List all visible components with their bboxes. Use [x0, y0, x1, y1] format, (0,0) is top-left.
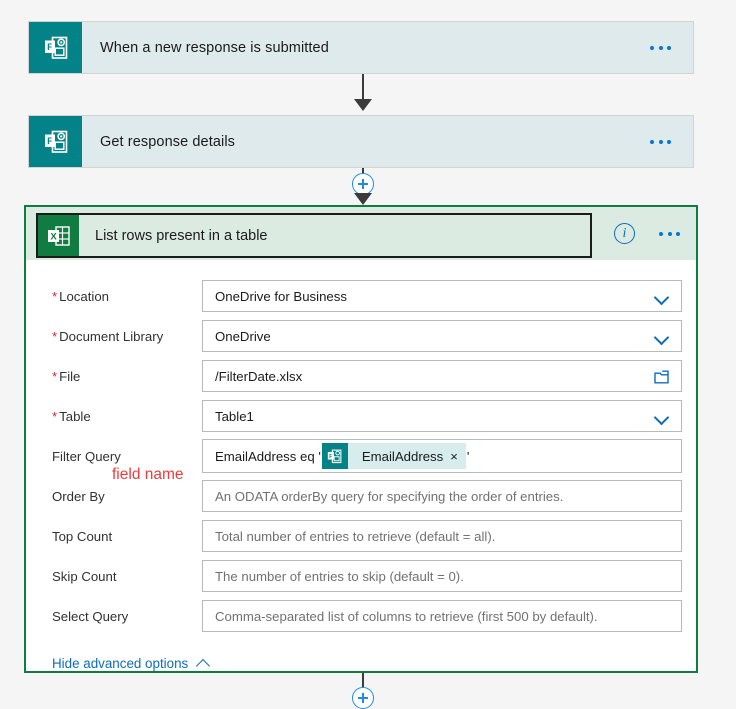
- microsoft-forms-icon: F: [29, 116, 82, 167]
- table-dropdown[interactable]: Table1: [202, 400, 682, 432]
- microsoft-forms-icon: F: [321, 443, 348, 469]
- form-row-file: * File /FilterDate.xlsx: [26, 356, 696, 396]
- ellipsis-dot: [676, 231, 680, 236]
- form-row-select-query: Select Query Comma-separated list of col…: [26, 596, 696, 636]
- required-indicator: *: [52, 368, 58, 384]
- excel-icon: X: [38, 215, 79, 256]
- select-query-placeholder: Comma-separated list of columns to retri…: [215, 608, 598, 624]
- info-icon[interactable]: i: [614, 223, 635, 244]
- document-library-value: OneDrive: [215, 328, 271, 344]
- form-row-document-library: * Document Library OneDrive: [26, 316, 696, 356]
- flow-card-get-response-title: Get response details: [100, 133, 235, 150]
- svg-text:X: X: [50, 231, 57, 242]
- order-by-placeholder: An ODATA orderBy query for specifying th…: [215, 488, 564, 504]
- ellipsis-dot: [667, 139, 671, 144]
- flow-card-get-response-menu[interactable]: [650, 116, 693, 167]
- add-step-after-excel[interactable]: [352, 687, 374, 709]
- field-label-order-by: Order By: [52, 488, 105, 504]
- form-row-location: * Location OneDrive for Business: [26, 276, 696, 316]
- flow-card-get-response[interactable]: F Get response details: [28, 115, 694, 168]
- ellipsis-dot: [650, 45, 654, 50]
- ellipsis-dot: [667, 45, 671, 50]
- form-row-skip-count: Skip Count The number of entries to skip…: [26, 556, 696, 596]
- hide-advanced-options-link[interactable]: Hide advanced options: [26, 656, 210, 671]
- order-by-input[interactable]: An ODATA orderBy query for specifying th…: [202, 480, 682, 512]
- flow-card-list-rows-menu[interactable]: [659, 231, 680, 236]
- hide-advanced-options-label: Hide advanced options: [52, 656, 189, 671]
- flow-card-trigger[interactable]: F When a new response is submitted: [28, 21, 694, 74]
- required-indicator: *: [52, 328, 58, 344]
- ellipsis-dot: [659, 231, 663, 236]
- flow-designer-canvas: F When a new response is submitted F Get…: [0, 0, 736, 709]
- flow-card-list-rows-header[interactable]: X List rows present in a table i: [26, 207, 696, 260]
- document-library-dropdown[interactable]: OneDrive: [202, 320, 682, 352]
- field-label-top-count: Top Count: [52, 528, 113, 544]
- add-step-between-response-and-excel[interactable]: [352, 173, 374, 195]
- file-value: /FilterDate.xlsx: [215, 368, 303, 384]
- dynamic-content-token[interactable]: F EmailAddress ×: [321, 443, 466, 469]
- connector-line: [362, 74, 364, 102]
- form-row-table: * Table Table1: [26, 396, 696, 436]
- ellipsis-dot: [658, 139, 663, 144]
- flow-card-trigger-title: When a new response is submitted: [100, 39, 329, 56]
- chevron-up-icon: [197, 659, 210, 668]
- ellipsis-dot: [650, 139, 654, 144]
- skip-count-input[interactable]: The number of entries to skip (default =…: [202, 560, 682, 592]
- required-indicator: *: [52, 408, 58, 424]
- table-value: Table1: [215, 408, 254, 424]
- required-indicator: *: [52, 288, 58, 304]
- top-count-input[interactable]: Total number of entries to retrieve (def…: [202, 520, 682, 552]
- field-label-document-library: * Document Library: [52, 328, 164, 344]
- ellipsis-dot: [667, 231, 672, 236]
- location-value: OneDrive for Business: [215, 288, 347, 304]
- filter-query-prefix: EmailAddress eq ': [215, 448, 321, 464]
- filter-query-input[interactable]: EmailAddress eq ' F EmailAddress × ': [202, 439, 682, 473]
- filter-query-suffix: ': [466, 448, 470, 464]
- folder-icon[interactable]: [654, 370, 669, 387]
- flow-card-list-rows-header-focus[interactable]: X List rows present in a table: [36, 213, 592, 258]
- flow-card-list-rows[interactable]: X List rows present in a table i * Locati…: [24, 205, 698, 673]
- field-label-select-query: Select Query: [52, 608, 129, 624]
- dynamic-content-token-label: EmailAddress: [361, 448, 444, 464]
- file-input[interactable]: /FilterDate.xlsx: [202, 360, 682, 392]
- chevron-down-icon: [656, 411, 669, 424]
- flow-card-trigger-menu[interactable]: [650, 22, 693, 73]
- form-row-top-count: Top Count Total number of entries to ret…: [26, 516, 696, 556]
- location-dropdown[interactable]: OneDrive for Business: [202, 280, 682, 312]
- top-count-placeholder: Total number of entries to retrieve (def…: [215, 528, 496, 544]
- field-label-filter-query: Filter Query: [52, 448, 121, 464]
- field-label-table: * Table: [52, 408, 91, 424]
- connector-arrow: [354, 193, 372, 205]
- field-label-file: * File: [52, 368, 81, 384]
- chevron-down-icon: [656, 291, 669, 304]
- connector-arrow: [354, 99, 372, 111]
- skip-count-placeholder: The number of entries to skip (default =…: [215, 568, 464, 584]
- ellipsis-dot: [658, 45, 663, 50]
- microsoft-forms-icon: F: [29, 22, 82, 73]
- connector-line: [362, 673, 364, 687]
- chevron-down-icon: [656, 331, 669, 344]
- select-query-input[interactable]: Comma-separated list of columns to retri…: [202, 600, 682, 632]
- field-label-skip-count: Skip Count: [52, 568, 117, 584]
- annotation-field-name: field name: [112, 466, 184, 483]
- flow-card-list-rows-title: List rows present in a table: [95, 227, 268, 244]
- remove-token-icon[interactable]: ×: [450, 450, 466, 463]
- field-label-location: * Location: [52, 288, 109, 304]
